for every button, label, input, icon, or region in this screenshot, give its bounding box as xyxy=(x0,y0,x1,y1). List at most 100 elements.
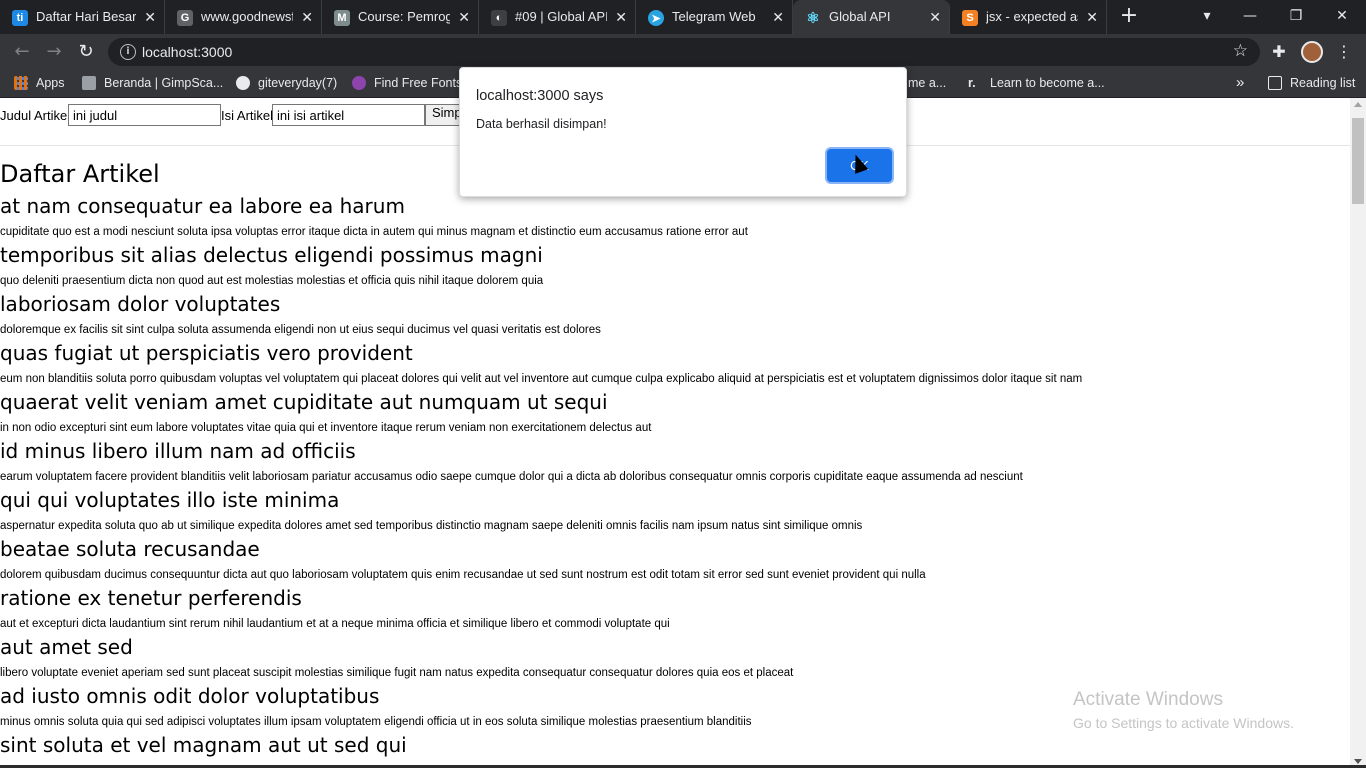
globe-icon: ◐ xyxy=(491,10,507,26)
github-icon xyxy=(236,76,250,90)
article-body: minus omnis soluta quia qui sed adipisci… xyxy=(0,716,752,728)
minimize-button[interactable]: — xyxy=(1230,4,1270,28)
address-bar[interactable]: i localhost:3000 ☆ xyxy=(108,38,1260,66)
fonts-icon xyxy=(352,76,366,90)
tab-title: Course: Pemrogra xyxy=(358,9,450,24)
article-body: cupiditate quo est a modi nesciunt solut… xyxy=(0,226,748,238)
isi-label: Isi Artikel: xyxy=(221,108,277,123)
chrome-menu-icon[interactable]: ⋮ xyxy=(1333,41,1355,63)
bookmark-label: Apps xyxy=(36,76,65,90)
info-icon[interactable]: i xyxy=(120,44,136,60)
bookmark-apps[interactable]: Apps xyxy=(14,76,65,90)
tab-0[interactable]: ti Daftar Hari Besar ✕ xyxy=(0,0,165,34)
tab-5-active[interactable]: ⚛ Global API ✕ xyxy=(793,0,950,34)
reading-list-icon xyxy=(1268,76,1282,90)
bookmarks-overflow-icon[interactable]: » xyxy=(1236,74,1244,91)
tab-4[interactable]: ➤ Telegram Web ✕ xyxy=(636,0,793,34)
article-title: quas fugiat ut perspiciatis vero provide… xyxy=(0,341,413,365)
bookmark-partial[interactable]: me a... xyxy=(908,76,946,90)
reload-button[interactable]: ↻ xyxy=(74,40,98,64)
windows-activation-watermark: Activate Windows Go to Settings to activ… xyxy=(1073,689,1294,731)
window-close-button[interactable]: ✕ xyxy=(1322,4,1362,28)
scrollbar-thumb[interactable] xyxy=(1352,118,1364,204)
forward-button[interactable]: → xyxy=(42,40,66,64)
restore-button[interactable]: ❐ xyxy=(1276,4,1316,28)
judul-label: Judul Artikel: xyxy=(0,108,74,123)
bookmark-learn[interactable]: r. Learn to become a... xyxy=(968,76,1105,90)
article-title: aut amet sed xyxy=(0,635,133,659)
article-title: sint soluta et vel magnam aut ut sed qui xyxy=(0,733,407,757)
article-body: libero voluptate eveniet aperiam sed sun… xyxy=(0,667,794,679)
article-body: dolorem quibusdam ducimus consequuntur d… xyxy=(0,569,926,581)
article-title: at nam consequatur ea labore ea harum xyxy=(0,194,405,218)
article-body: earum voluptatem facere provident blandi… xyxy=(0,471,1023,483)
reading-list-label: Reading list xyxy=(1290,76,1356,90)
close-icon[interactable]: ✕ xyxy=(929,9,941,26)
close-icon[interactable]: ✕ xyxy=(458,9,470,26)
bookmark-free-fonts[interactable]: Find Free Fonts xyxy=(352,76,462,90)
article-body: quo deleniti praesentium dicta non quod … xyxy=(0,275,544,287)
article-title: laboriosam dolor voluptates xyxy=(0,292,281,316)
bookmark-giteveryday[interactable]: giteveryday(7) xyxy=(236,76,337,90)
article-title: temporibus sit alias delectus eligendi p… xyxy=(0,243,543,267)
tab-title: Daftar Hari Besar xyxy=(36,9,136,24)
tab-title: Telegram Web xyxy=(672,9,756,24)
telegram-icon: ➤ xyxy=(648,10,664,26)
roadmap-icon: r. xyxy=(968,76,976,90)
profile-avatar[interactable] xyxy=(1301,41,1323,63)
tab-search-icon[interactable]: ▾ xyxy=(1187,4,1227,28)
moodle-icon: M xyxy=(334,10,350,26)
google-icon: G xyxy=(177,10,193,26)
article-title: beatae soluta recusandae xyxy=(0,537,260,561)
tab-title: Global API xyxy=(829,9,891,24)
stackoverflow-icon: S xyxy=(962,10,978,26)
tab-2[interactable]: M Course: Pemrogra ✕ xyxy=(322,0,479,34)
scroll-down-arrow-icon[interactable] xyxy=(1354,759,1362,764)
new-tab-button[interactable]: + xyxy=(1118,5,1140,28)
article-body: doloremque ex facilis sit sint culpa sol… xyxy=(0,324,601,336)
isi-input[interactable] xyxy=(272,104,425,126)
tab-6[interactable]: S jsx - expected ass ✕ xyxy=(950,0,1107,34)
close-icon[interactable]: ✕ xyxy=(615,9,627,26)
react-icon: ⚛ xyxy=(806,10,820,27)
bookmark-label: Find Free Fonts xyxy=(374,76,463,90)
article-body: aut et excepturi dicta laudantium sint r… xyxy=(0,618,670,630)
bookmark-star-icon[interactable]: ☆ xyxy=(1233,41,1248,61)
article-title: qui qui voluptates illo iste minima xyxy=(0,488,340,512)
reading-list-button[interactable]: Reading list xyxy=(1268,76,1355,90)
article-title: id minus libero illum nam ad officiis xyxy=(0,439,356,463)
page-content: Judul Artikel: Isi Artikel: Simpan Dafta… xyxy=(0,98,1350,768)
tab-title: www.goodnewsfr xyxy=(201,9,293,24)
judul-input[interactable] xyxy=(68,104,221,126)
bookmark-label: Beranda | GimpSca... xyxy=(104,76,224,90)
extensions-puzzle-icon[interactable]: ✚ xyxy=(1268,41,1290,63)
page-scrollbar[interactable] xyxy=(1350,98,1366,768)
article-body: in non odio excepturi sint eum labore vo… xyxy=(0,422,652,434)
tab-1[interactable]: G www.goodnewsfr ✕ xyxy=(165,0,322,34)
browser-toolbar: ← → ↻ i localhost:3000 ☆ ✚ ⋮ xyxy=(0,34,1366,70)
scroll-up-arrow-icon[interactable] xyxy=(1354,102,1362,107)
tab-favicon-icon: ti xyxy=(12,10,28,26)
tab-strip: ti Daftar Hari Besar ✕ G www.goodnewsfr … xyxy=(0,0,1366,34)
article-title: quaerat velit veniam amet cupiditate aut… xyxy=(0,390,608,414)
bookmark-label: giteveryday(7) xyxy=(258,76,338,90)
bookmark-label: me a... xyxy=(908,76,947,90)
tab-3[interactable]: ◐ #09 | Global API c ✕ xyxy=(479,0,636,34)
watermark-line-2: Go to Settings to activate Windows. xyxy=(1073,715,1294,731)
watermark-line-1: Activate Windows xyxy=(1073,689,1223,710)
article-title: ad iusto omnis odit dolor voluptatibus xyxy=(0,684,380,708)
close-icon[interactable]: ✕ xyxy=(301,9,313,26)
bookmark-gimpscape[interactable]: Beranda | GimpSca... xyxy=(82,76,223,90)
article-title: ratione ex tenetur perferendis xyxy=(0,586,302,610)
gimpscape-icon xyxy=(82,76,96,90)
close-icon[interactable]: ✕ xyxy=(772,9,784,26)
alert-dialog: localhost:3000 says Data berhasil disimp… xyxy=(459,67,907,197)
close-icon[interactable]: ✕ xyxy=(144,9,156,26)
article-body: aspernatur expedita soluta quo ab ut sim… xyxy=(0,520,863,532)
article-body: eum non blanditiis soluta porro quibusda… xyxy=(0,373,1083,385)
back-button[interactable]: ← xyxy=(10,40,34,64)
apps-grid-icon xyxy=(14,76,28,90)
close-icon[interactable]: ✕ xyxy=(1086,9,1098,26)
dialog-message: Data berhasil disimpan! xyxy=(476,117,607,131)
url-text[interactable]: localhost:3000 xyxy=(142,44,232,60)
